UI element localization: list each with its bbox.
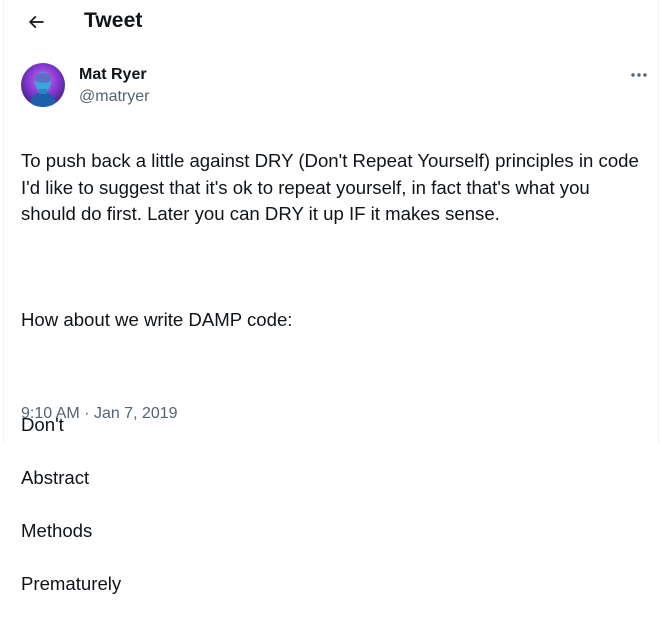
tweet-date[interactable]: Jan 7, 2019 xyxy=(94,405,178,422)
tweet-time[interactable]: 9:10 AM xyxy=(21,405,80,422)
header: Tweet xyxy=(4,0,658,44)
back-button[interactable] xyxy=(22,8,50,36)
author-name[interactable]: Mat Ryer xyxy=(79,66,147,84)
tweet-text: To push back a little against DRY (Don't… xyxy=(21,122,641,624)
author-handle[interactable]: @matryer xyxy=(79,88,149,106)
tweet-paragraph: How about we write DAMP code: xyxy=(21,308,293,330)
tweet-paragraph: To push back a little against DRY (Don't… xyxy=(21,150,639,225)
tweet-timestamp: 9:10 AM · Jan 7, 2019 xyxy=(21,405,178,423)
tweet-card: Tweet Mat Ryer @matryer To push back a l… xyxy=(3,0,659,594)
avatar-icon[interactable] xyxy=(21,63,65,107)
separator: · xyxy=(84,405,90,422)
tweet-line: Methods xyxy=(21,520,93,542)
more-button[interactable] xyxy=(627,65,651,85)
arrow-left-icon xyxy=(28,15,44,29)
tweet-line: Prematurely xyxy=(21,572,122,594)
author-row: Mat Ryer @matryer xyxy=(21,63,651,109)
tweet-line: Abstract xyxy=(21,467,90,489)
more-horizontal-icon xyxy=(631,73,647,77)
page-title: Tweet xyxy=(84,9,143,32)
